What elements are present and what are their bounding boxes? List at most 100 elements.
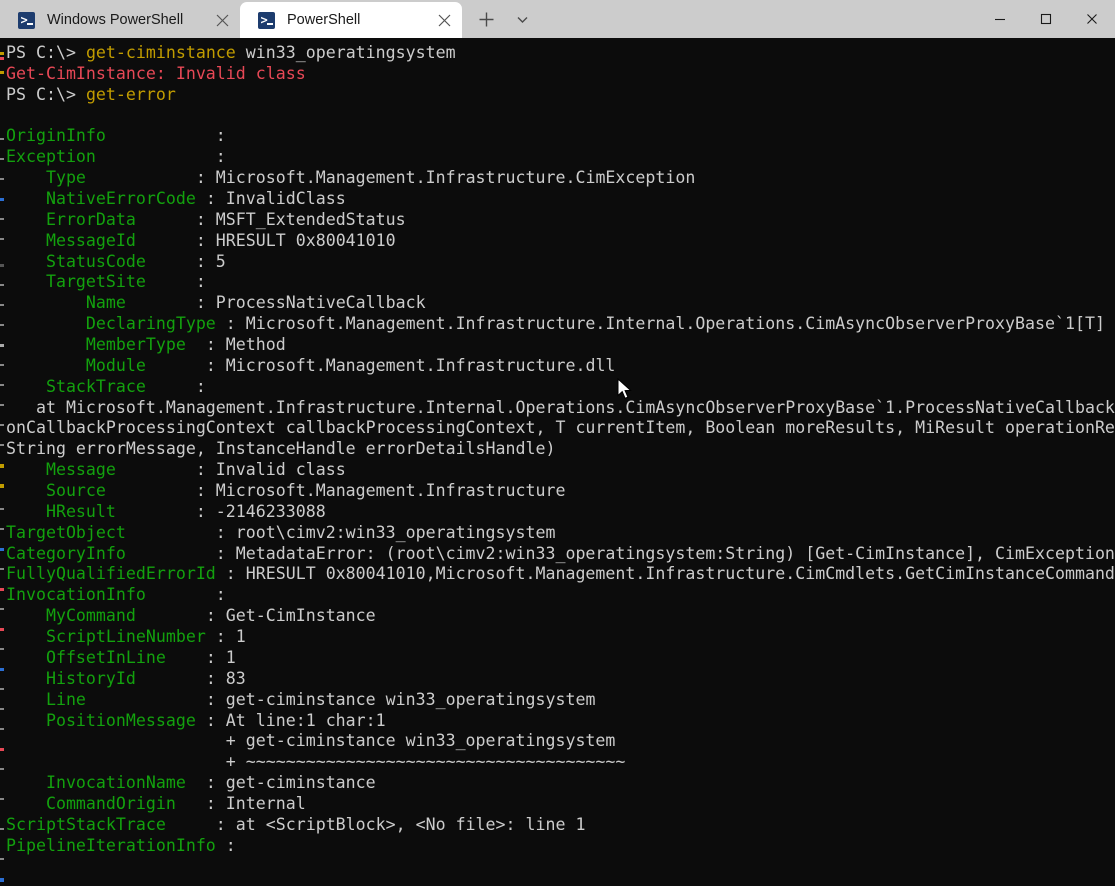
terminal-text: InvocationName [6, 773, 206, 793]
terminal-text: PS C:\> [6, 84, 86, 104]
terminal-text: get-error [85, 84, 176, 104]
terminal-line: TargetSite : [0, 272, 1115, 293]
terminal-line: Source : Microsoft.Management.Infrastruc… [0, 481, 1115, 502]
terminal-text: : at <ScriptBlock>, <No file>: line 1 [215, 814, 586, 834]
terminal-text: : -2146233088 [195, 501, 326, 521]
terminal-text: : At line:1 char:1 [205, 710, 386, 730]
terminal-text: at Microsoft.Management.Infrastructure.I… [6, 397, 1115, 417]
terminal-text: StackTrace [6, 376, 196, 396]
close-tab-icon[interactable] [428, 2, 462, 38]
terminal-line: at Microsoft.Management.Infrastructure.I… [0, 398, 1115, 419]
terminal-text: InvocationInfo [6, 585, 216, 605]
terminal-line: FullyQualifiedErrorId : HRESULT 0x800410… [0, 564, 1115, 585]
terminal-line: Module : Microsoft.Management.Infrastruc… [0, 356, 1115, 377]
terminal-line: CommandOrigin : Internal [0, 794, 1115, 815]
terminal-line: MyCommand : Get-CimInstance [0, 606, 1115, 627]
terminal-line: OriginInfo : [0, 126, 1115, 147]
terminal-text: OffsetInLine [6, 647, 206, 667]
terminal-text: : Get-CimInstance [205, 606, 376, 626]
terminal-line: MemberType : Method [0, 335, 1115, 356]
terminal-text: : get-ciminstance [205, 773, 376, 793]
terminal-line: Line : get-ciminstance win33_operatingsy… [0, 690, 1115, 711]
terminal-line: MessageId : HRESULT 0x80041010 [0, 231, 1115, 252]
terminal-text: HistoryId [6, 668, 206, 688]
terminal-line: Exception : [0, 147, 1115, 168]
terminal-line: onCallbackProcessingContext callbackProc… [0, 418, 1115, 439]
terminal-text: : [215, 835, 236, 855]
terminal-text: ErrorData [6, 209, 196, 229]
terminal-body[interactable]: PS C:\> get-ciminstance win33_operatings… [0, 38, 1115, 886]
tab-strip: Windows PowerShell PowerShell [0, 0, 462, 38]
terminal-text: Source [6, 481, 196, 501]
tab-windows-powershell[interactable]: Windows PowerShell [0, 2, 240, 38]
terminal-line: Type : Microsoft.Management.Infrastructu… [0, 168, 1115, 189]
terminal-text: onCallbackProcessingContext callbackProc… [6, 418, 1115, 438]
terminal-text: Exception [6, 147, 216, 167]
terminal-text: MemberType [6, 335, 196, 355]
minimize-button[interactable] [977, 0, 1023, 38]
terminal-text: Name [6, 293, 196, 313]
terminal-text: : 1 [205, 647, 236, 667]
terminal-text: : root\cimv2:win33_operatingsystem [215, 522, 556, 542]
terminal-text: : get-ciminstance win33_operatingsystem [205, 689, 596, 709]
terminal-text: : ProcessNativeCallback [195, 293, 426, 313]
terminal-text: MessageId [6, 230, 196, 250]
title-bar-drag-region[interactable] [540, 0, 977, 38]
terminal-text: ScriptLineNumber [6, 627, 206, 647]
terminal-text: PipelineIterationInfo [6, 835, 216, 855]
terminal-line: ScriptLineNumber : 1 [0, 627, 1115, 648]
terminal-output: PS C:\> get-ciminstance win33_operatings… [0, 43, 1115, 857]
terminal-text: CommandOrigin [6, 793, 206, 813]
powershell-icon [258, 11, 275, 29]
terminal-line: String errorMessage, InstanceHandle erro… [0, 439, 1115, 460]
terminal-line: OffsetInLine : 1 [0, 648, 1115, 669]
terminal-text: get-ciminstance [85, 43, 236, 62]
terminal-text: : Microsoft.Management.Infrastructure.dl… [195, 355, 616, 375]
close-tab-icon[interactable] [206, 2, 240, 38]
terminal-line: Message : Invalid class [0, 460, 1115, 481]
terminal-text: Line [6, 689, 206, 709]
chevron-down-icon[interactable] [504, 1, 540, 37]
terminal-text: Module [6, 355, 196, 375]
scrollbar-mark [0, 858, 4, 860]
terminal-line: HResult : -2146233088 [0, 502, 1115, 523]
terminal-line: NativeErrorCode : InvalidClass [0, 189, 1115, 210]
powershell-icon [18, 11, 35, 29]
terminal-text: : [215, 585, 226, 605]
close-window-button[interactable] [1069, 0, 1115, 38]
terminal-text: OriginInfo [6, 126, 216, 146]
terminal-line: HistoryId : 83 [0, 669, 1115, 690]
terminal-line: Get-CimInstance: Invalid class [0, 64, 1115, 85]
terminal-line: TargetObject : root\cimv2:win33_operatin… [0, 523, 1115, 544]
terminal-text: ScriptStackTrace [6, 814, 216, 834]
tab-label: PowerShell [287, 12, 361, 28]
terminal-text: TargetObject [6, 522, 216, 542]
terminal-text: Get-CimInstance: Invalid class [6, 63, 306, 83]
tab-powershell[interactable]: PowerShell [240, 2, 462, 38]
terminal-text: : Invalid class [195, 460, 346, 480]
terminal-line: InvocationInfo : [0, 585, 1115, 606]
terminal-line: PipelineIterationInfo : [0, 836, 1115, 857]
terminal-text: Type [6, 168, 196, 188]
terminal-line: InvocationName : get-ciminstance [0, 773, 1115, 794]
window-controls [977, 0, 1115, 38]
terminal-line: StatusCode : 5 [0, 252, 1115, 273]
terminal-text: String errorMessage, InstanceHandle erro… [6, 439, 556, 459]
terminal-text: : Method [195, 335, 286, 355]
terminal-text: + get-ciminstance win33_operatingsystem [6, 731, 616, 751]
terminal-text: : HRESULT 0x80041010 [195, 230, 396, 250]
terminal-text: : 1 [205, 627, 246, 647]
terminal-line: CategoryInfo : MetadataError: (root\cimv… [0, 544, 1115, 565]
terminal-text: MyCommand [6, 606, 206, 626]
terminal-text: win33_operatingsystem [235, 43, 456, 62]
terminal-text: : InvalidClass [195, 189, 346, 209]
maximize-button[interactable] [1023, 0, 1069, 38]
new-tab-icon[interactable] [468, 1, 504, 37]
terminal-text: Message [6, 460, 196, 480]
terminal-text: FullyQualifiedErrorId [6, 564, 216, 584]
terminal-text: : 83 [205, 668, 246, 688]
terminal-line: StackTrace : [0, 377, 1115, 398]
terminal-text: CategoryInfo [6, 543, 216, 563]
terminal-line: DeclaringType : Microsoft.Management.Inf… [0, 314, 1115, 335]
